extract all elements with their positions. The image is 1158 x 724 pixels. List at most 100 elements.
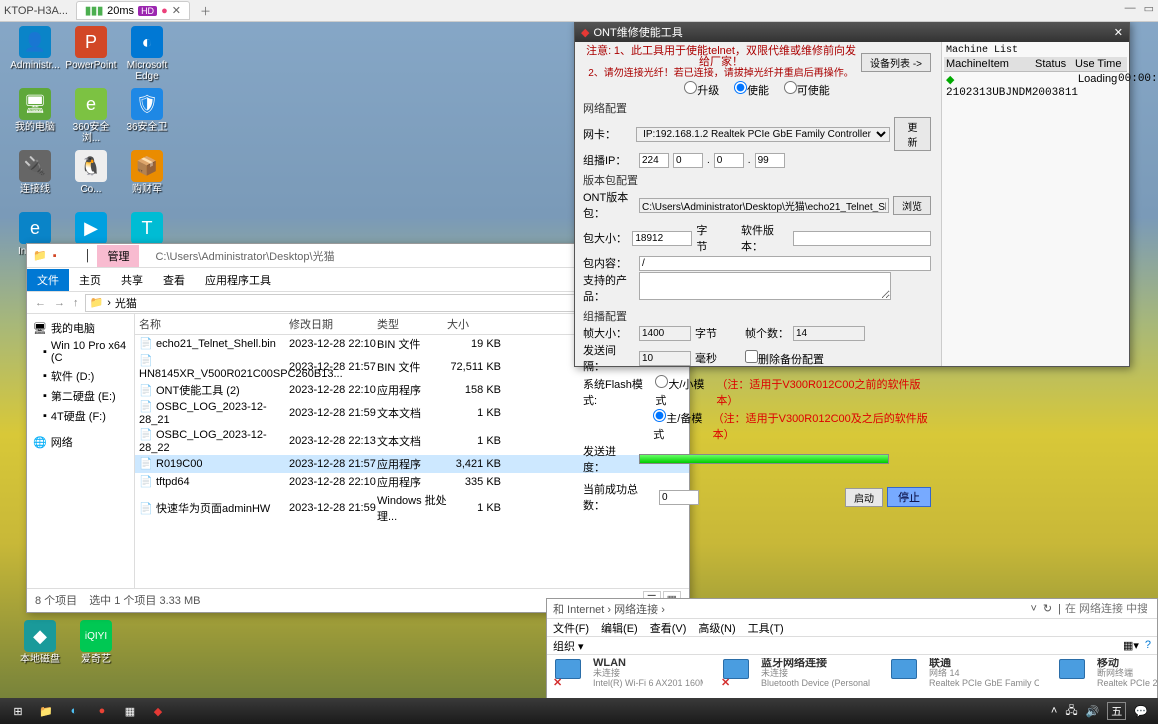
browser-tab[interactable]: ▮▮▮ 20ms HD ● ✕: [76, 1, 190, 20]
side-icon-disk[interactable]: ◆本地磁盘: [16, 620, 64, 665]
forward-button[interactable]: →: [52, 297, 67, 309]
search-input[interactable]: [1061, 603, 1151, 615]
breadcrumb[interactable]: 和 Internet › 网络连接 ›: [553, 601, 665, 617]
start-button[interactable]: 启动: [845, 488, 883, 507]
netconn-address[interactable]: 和 Internet › 网络连接 › ˅ ↻ |: [547, 599, 1157, 619]
pkg-path-input[interactable]: [639, 198, 889, 213]
col-date[interactable]: 修改日期: [289, 316, 377, 332]
side-icon-iqiyi[interactable]: iQIYI爱奇艺: [72, 620, 120, 665]
menu-tools[interactable]: 工具(T): [748, 620, 784, 636]
desktop-icon-360browser[interactable]: e360安全浏...: [64, 88, 118, 148]
refresh-nic-button[interactable]: 更新: [894, 117, 931, 151]
task-chrome[interactable]: ●: [88, 700, 116, 722]
supported-textarea[interactable]: [639, 272, 891, 300]
task-app2[interactable]: ◆: [144, 700, 172, 722]
desktop-icon-computer[interactable]: 🖥我的电脑: [8, 88, 62, 148]
tool-tab[interactable]: 管理: [97, 245, 139, 267]
tray-caret-icon[interactable]: ˄: [1051, 705, 1057, 717]
radio-enable[interactable]: 使能: [734, 85, 769, 97]
radio-upgrade[interactable]: 升级: [684, 85, 719, 97]
pkg-content-input[interactable]: [639, 256, 931, 271]
frame-count-input[interactable]: [793, 326, 865, 341]
desktop-icon-cable[interactable]: 🔌连接线: [8, 150, 62, 210]
ime-indicator[interactable]: 五: [1107, 702, 1126, 720]
browse-button[interactable]: 浏览: [893, 196, 931, 215]
desktop-icon-admin[interactable]: 👤Administr...: [8, 26, 62, 86]
desktop-icon-360safe[interactable]: 🛡36安全卫: [120, 88, 174, 148]
menu-view[interactable]: 查看(V): [650, 620, 687, 636]
col-size[interactable]: 大小: [447, 316, 507, 332]
tab-file[interactable]: 文件: [27, 269, 69, 291]
network-adapter[interactable]: 移动断网终端Realtek PCIe 2.5GbE Family Co...: [1059, 659, 1158, 688]
device-list-button[interactable]: 设备列表 ->: [861, 53, 931, 72]
tab-share[interactable]: 共享: [111, 269, 153, 291]
nic-select[interactable]: IP:192.168.1.2 Realtek PCIe GbE Family C…: [636, 127, 890, 142]
ping-text: 20ms: [107, 5, 134, 17]
view-button[interactable]: ▦▾: [1123, 639, 1139, 652]
mcast-ip-3[interactable]: [714, 153, 744, 168]
close-icon[interactable]: ✕: [172, 4, 181, 17]
tree-drive-e[interactable]: ▪第二硬盘 (E:): [31, 386, 130, 406]
delete-backup-checkbox[interactable]: 删除备份配置: [745, 350, 824, 367]
radio-flash2[interactable]: 主/备模式: [653, 409, 708, 442]
progress-bar: [639, 454, 889, 464]
netconn-body: ✕WLAN未连接Intel(R) Wi-Fi 6 AX201 160MHz ✕蓝牙…: [547, 655, 1157, 692]
radio-can-enable[interactable]: 可使能: [784, 85, 830, 97]
mcast-ip-2[interactable]: [673, 153, 703, 168]
task-explorer[interactable]: 📁: [32, 700, 60, 722]
up-button[interactable]: ↑: [71, 297, 81, 309]
tree-drive-d[interactable]: ▪软件 (D:): [31, 366, 130, 386]
machine-row[interactable]: ◆ 2102313UBJNDM2003811 Loading 00:00:00: [944, 72, 1127, 100]
col-name[interactable]: 名称: [139, 316, 289, 332]
file-icon: 📄: [139, 475, 153, 489]
file-icon: 📄: [139, 354, 153, 368]
label-interval: 发送间隔：: [583, 342, 635, 374]
mcast-ip-4[interactable]: [755, 153, 785, 168]
desktop-icon-powerpoint[interactable]: PPowerPoint: [64, 26, 118, 86]
status-selected: 选中 1 个项目 3.33 MB: [89, 592, 200, 608]
start-button[interactable]: ⊞: [4, 700, 32, 722]
frame-size-input[interactable]: [639, 326, 691, 341]
label-nic: 网卡：: [583, 126, 632, 142]
task-app1[interactable]: ▦: [116, 700, 144, 722]
tree-drive-c[interactable]: ▪Win 10 Pro x64 (C: [31, 338, 130, 366]
task-edge[interactable]: ◐: [60, 700, 88, 722]
menu-edit[interactable]: 编辑(E): [601, 620, 638, 636]
stop-button[interactable]: 停止: [887, 487, 931, 507]
refresh-button[interactable]: ↻: [1043, 602, 1052, 615]
col-type[interactable]: 类型: [377, 316, 447, 332]
tray-vol-icon[interactable]: 🔊: [1086, 705, 1100, 718]
swver-input[interactable]: [793, 231, 931, 246]
tree-network[interactable]: 🌐网络: [31, 432, 130, 452]
tree-drive-f[interactable]: ▪4T硬盘 (F:): [31, 406, 130, 426]
help-button[interactable]: ?: [1145, 639, 1151, 652]
tray-net-icon[interactable]: 🖧: [1065, 702, 1077, 721]
organize-button[interactable]: 组织 ▾: [553, 638, 584, 654]
network-adapter[interactable]: 联通网络 14Realtek PCIe GbE Family Contr...: [891, 659, 1039, 688]
desktop-icon-app3[interactable]: 📦购财军: [120, 150, 174, 210]
desktop-icon-edge[interactable]: ◐Microsoft Edge: [120, 26, 174, 86]
system-tray[interactable]: ˄ 🖧 🔊 五 💬: [1051, 702, 1154, 721]
maximize-button[interactable]: ▭: [1144, 2, 1154, 15]
network-adapter[interactable]: ✕WLAN未连接Intel(R) Wi-Fi 6 AX201 160MHz: [555, 659, 703, 688]
ont-titlebar[interactable]: ◆ ONT维修使能工具 ✕: [575, 22, 1129, 42]
back-button[interactable]: ←: [33, 297, 48, 309]
menu-file[interactable]: 文件(F): [553, 620, 589, 636]
interval-input[interactable]: [639, 351, 691, 366]
new-tab-button[interactable]: ＋: [194, 1, 217, 21]
menu-advanced[interactable]: 高级(N): [698, 620, 735, 636]
breadcrumb[interactable]: 光猫: [115, 295, 137, 311]
desktop-icon-qq[interactable]: 🐧Co...: [64, 150, 118, 210]
network-adapter[interactable]: ✕蓝牙网络连接未连接Bluetooth Device (Personal Ar.…: [723, 659, 871, 688]
action-center-icon[interactable]: 💬: [1134, 705, 1148, 718]
mcast-ip-1[interactable]: [639, 153, 669, 168]
radio-flash1[interactable]: 大/小模式: [655, 375, 712, 408]
tab-view[interactable]: 查看: [153, 269, 195, 291]
minimize-button[interactable]: —: [1125, 2, 1136, 15]
pkg-size-input[interactable]: [632, 231, 692, 246]
tab-app-tools[interactable]: 应用程序工具: [195, 269, 281, 291]
tab-home[interactable]: 主页: [69, 269, 111, 291]
tree-computer[interactable]: 🖥我的电脑: [31, 318, 130, 338]
close-icon[interactable]: ✕: [1114, 26, 1123, 39]
address-bar[interactable]: 📁 › 光猫 ˅: [85, 294, 616, 312]
